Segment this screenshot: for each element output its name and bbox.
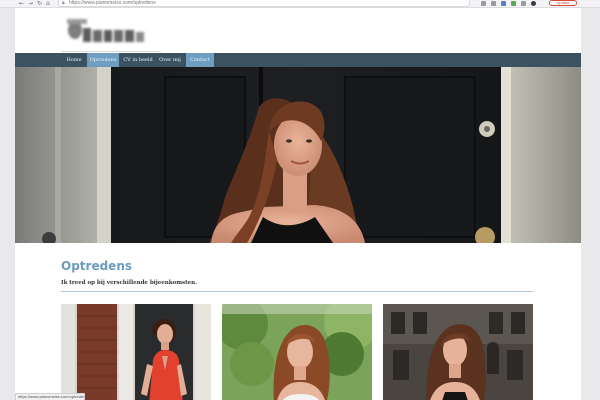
extension-icon[interactable]: [521, 1, 526, 6]
nav-item-cv-in-beeld[interactable]: CV in beeld: [121, 53, 155, 67]
forward-arrow-icon[interactable]: →: [28, 0, 33, 7]
extension-icon[interactable]: [501, 1, 506, 6]
lock-icon: 🔒︎: [62, 0, 65, 6]
title-divider: [61, 291, 533, 292]
extension-icon[interactable]: [511, 1, 516, 6]
address-bar[interactable]: 🔒︎ https://www.pianomeiss.com/optredens: [58, 0, 470, 7]
page-subtitle: Ik treed op bij verschillende bijeenkoms…: [61, 280, 198, 286]
gallery-photo[interactable]: [61, 304, 211, 400]
logo-divider: [61, 51, 161, 52]
back-arrow-icon[interactable]: ←: [19, 0, 24, 7]
home-icon[interactable]: ⌂: [46, 0, 50, 7]
reload-icon[interactable]: ↻: [37, 0, 42, 7]
gallery-photo[interactable]: [383, 304, 533, 400]
url-text[interactable]: https://www.pianomeiss.com/optredens: [69, 0, 156, 7]
extension-icon[interactable]: [491, 1, 496, 6]
main-navigation: Home Optredens CV in beeld Over mij Cont…: [15, 53, 581, 67]
nav-item-optredens[interactable]: Optredens: [87, 53, 119, 67]
update-button[interactable]: Update: [549, 0, 577, 6]
site-logo[interactable]: [63, 14, 155, 50]
web-page: Home Optredens CV in beeld Over mij Cont…: [15, 8, 581, 400]
browser-status-bar: https://www.pianomeiss.com/optredens: [15, 393, 85, 400]
nav-item-over-mij[interactable]: Over mij: [157, 53, 183, 67]
nav-item-contact[interactable]: Contact: [186, 53, 214, 67]
gallery-photo[interactable]: [222, 304, 372, 400]
profile-avatar-icon[interactable]: [531, 1, 536, 6]
hero-image: [15, 67, 581, 243]
nav-item-home[interactable]: Home: [63, 53, 85, 67]
browser-toolbar: ← → ↻ ⌂ 🔒︎ https://www.pianomeiss.com/op…: [0, 0, 600, 8]
extension-icon[interactable]: [481, 1, 486, 6]
page-title: Optredens: [61, 259, 132, 273]
